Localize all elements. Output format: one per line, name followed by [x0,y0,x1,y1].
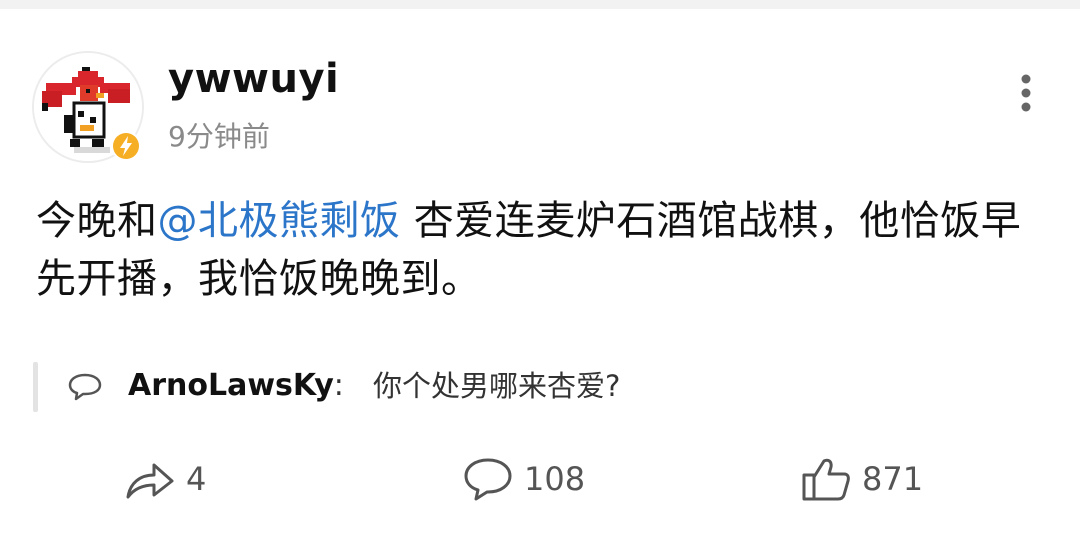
action-bar: 4 108 871 [0,449,1080,509]
comment-username[interactable]: ArnoLawsKy: [128,366,344,406]
feed-post: ywwuyi 9分钟前 今晚和@北极熊剩饭 杏爱连麦炉石酒馆战棋，他恰饭早先开播… [0,9,1080,538]
top-comment-preview[interactable]: ArnoLawsKy: 你个处男哪来杏爱? [33,362,1033,412]
quote-bar [33,362,38,412]
comments-button[interactable]: 108 [462,449,585,509]
lightning-badge-icon [111,131,141,161]
three-dots-vertical-icon[interactable] [1008,71,1044,115]
comment-bubble-icon [68,373,102,401]
like-button[interactable]: 871 [800,449,923,509]
comments-count: 108 [524,460,586,498]
share-count: 4 [186,460,207,498]
share-arrow-icon [126,463,174,499]
post-timestamp: 9分钟前 [168,120,270,153]
top-divider-strip [0,0,1080,9]
comment-bubble-icon [464,458,512,501]
share-button[interactable]: 4 [124,449,206,509]
comment-separator: : [333,368,344,403]
comment-username-text: ArnoLawsKy [128,368,334,403]
likes-count: 871 [862,460,924,498]
comment-text: 你个处男哪来杏爱? [373,369,621,403]
mention-link[interactable]: @北极熊剩饭 [158,198,401,244]
thumbs-up-icon [802,458,850,501]
post-author-username[interactable]: ywwuyi [168,55,339,103]
post-content: 今晚和@北极熊剩饭 杏爱连麦炉石酒馆战棋，他恰饭早先开播，我恰饭晚晚到。 [36,192,1046,308]
post-text-before: 今晚和 [36,198,158,244]
